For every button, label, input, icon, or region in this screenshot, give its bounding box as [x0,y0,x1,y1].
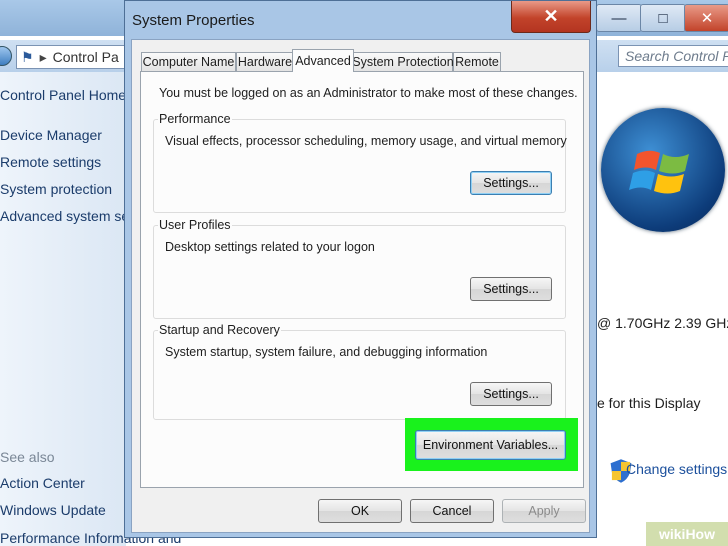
startup-recovery-description: System startup, system failure, and debu… [165,345,488,359]
control-panel-icon: ⚑ [21,48,34,65]
startup-recovery-title: Startup and Recovery [158,323,281,337]
sidebar-item-windows-update[interactable]: Windows Update [0,502,106,518]
ok-button[interactable]: OK [318,499,402,523]
startup-recovery-group [153,330,566,420]
change-settings-link[interactable]: Change settings [626,461,727,477]
processor-speed-text: @ 1.70GHz 2.39 GHz [597,315,728,331]
see-also-heading: See also [0,449,55,465]
dialog-title: System Properties [132,12,255,29]
user-profiles-description: Desktop settings related to your logon [165,240,375,254]
maximize-button[interactable]: □ [640,4,686,32]
performance-settings-button[interactable]: Settings... [470,171,552,195]
tab-hardware[interactable]: Hardware [236,52,294,71]
minimize-button[interactable]: — [596,4,642,32]
user-profiles-title: User Profiles [158,218,232,232]
close-icon: ✕ [543,6,559,26]
tab-remote[interactable]: Remote [453,52,501,71]
tab-advanced[interactable]: Advanced [292,49,354,72]
wikihow-watermark: wikiHow [646,522,728,546]
address-input[interactable]: ⚑ ▸ Control Pa [16,45,136,69]
search-input[interactable]: Search Control P [618,45,728,67]
apply-button[interactable]: Apply [502,499,586,523]
user-profiles-settings-button[interactable]: Settings... [470,277,552,301]
close-icon: ✕ [700,10,714,27]
sidebar: Control Panel Home Device Manager Remote… [0,72,181,546]
performance-title: Performance [158,112,232,126]
sidebar-item-system-protection[interactable]: System protection [0,181,112,197]
cancel-button[interactable]: Cancel [410,499,494,523]
performance-description: Visual effects, processor scheduling, me… [165,134,567,148]
startup-recovery-settings-button[interactable]: Settings... [470,382,552,406]
sidebar-item-action-center[interactable]: Action Center [0,475,85,491]
tab-system-protection[interactable]: System Protection [352,52,454,71]
tab-computer-name[interactable]: Computer Name [141,52,236,71]
sidebar-item-advanced-system-settings[interactable]: Advanced system se [0,208,129,224]
dialog-close-button[interactable]: ✕ [511,1,591,33]
maximize-icon: □ [658,9,668,27]
dialog-titlebar[interactable]: System Properties ✕ [125,1,596,39]
address-text: Control Pa [52,49,119,65]
sidebar-item-control-panel-home[interactable]: Control Panel Home [0,87,126,103]
windows-logo [601,108,725,232]
environment-variables-button[interactable]: Environment Variables... [415,430,566,460]
admin-notice: You must be logged on as an Administrato… [159,86,578,100]
close-window-button[interactable]: ✕ [684,4,728,32]
minimize-icon: — [611,9,627,27]
back-button[interactable] [0,46,12,66]
display-info-text: e for this Display [597,395,701,411]
sidebar-item-remote-settings[interactable]: Remote settings [0,154,101,170]
windows-flag-icon [629,150,689,194]
breadcrumb-arrow-icon: ▸ [39,48,47,65]
sidebar-item-device-manager[interactable]: Device Manager [0,127,102,143]
